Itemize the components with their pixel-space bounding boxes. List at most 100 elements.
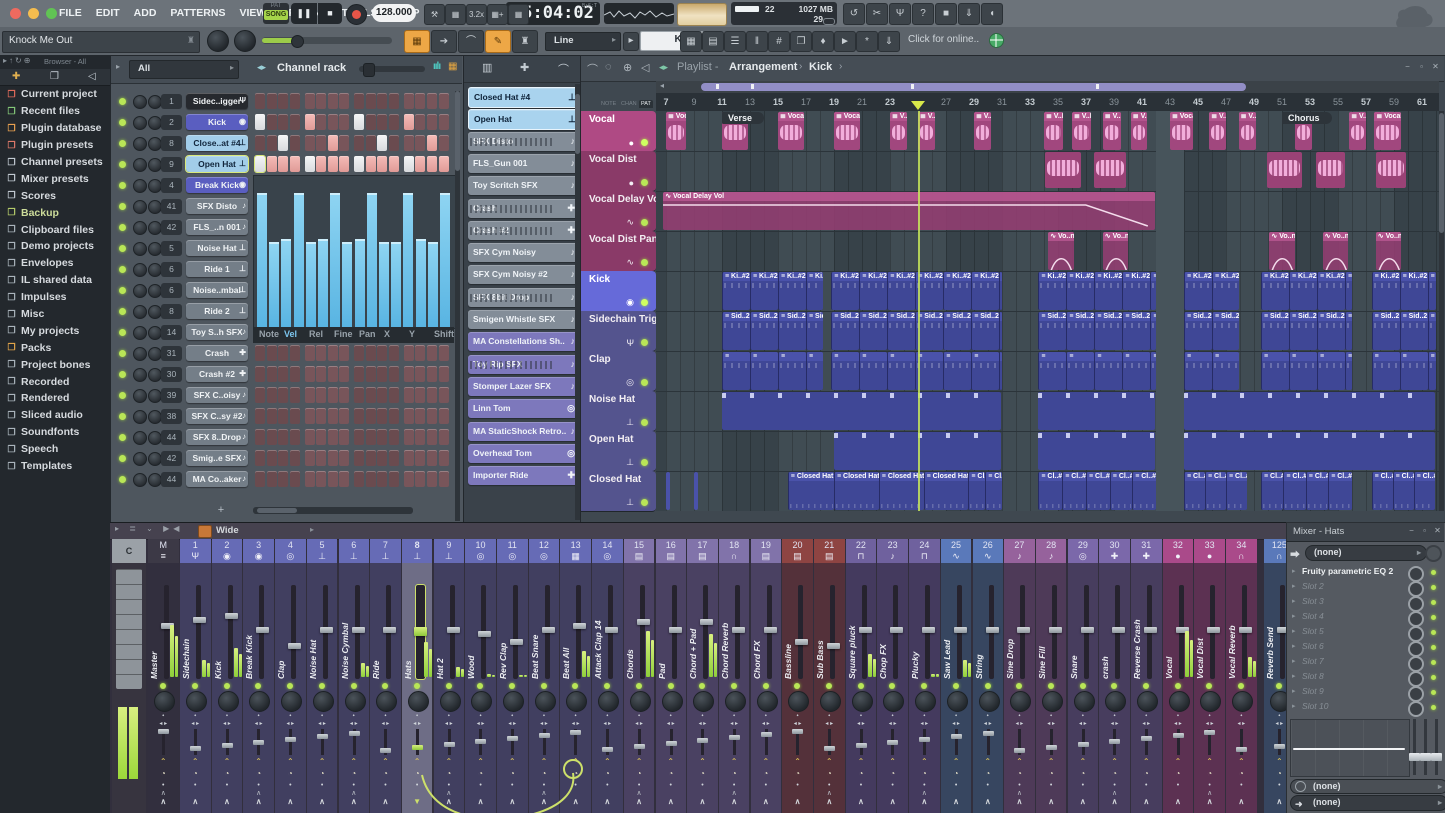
pan-knob[interactable] <box>693 691 715 712</box>
track-led[interactable] <box>762 683 769 689</box>
master-volume-knob[interactable] <box>207 30 229 52</box>
clock-icon[interactable]: ◔ <box>846 769 877 778</box>
route-arrow-icon[interactable]: ∧ <box>148 797 179 806</box>
clock-icon[interactable]: ◔ <box>275 769 306 778</box>
clip[interactable]: ≣ V..l <box>1130 112 1147 150</box>
mixer-track-snare[interactable]: 29 ◎ Snare ⬩ ◂ ▸ ⌃ ◔ • ∧ <box>1067 539 1099 813</box>
send-slider[interactable] <box>824 729 835 755</box>
track-led[interactable] <box>857 683 864 689</box>
song-label[interactable]: SONG <box>264 10 288 20</box>
channel-button-sfx-c-sy-#2[interactable]: SFX C..sy #2 ♪ <box>186 408 248 424</box>
shuttle-handle[interactable] <box>291 35 304 48</box>
step-2[interactable] <box>266 471 277 487</box>
step-11[interactable] <box>377 408 388 424</box>
pan-arrows-icon[interactable]: ◂ ▸ <box>529 720 560 727</box>
fader-handle[interactable] <box>1112 627 1126 633</box>
send-slider[interactable] <box>1141 729 1152 755</box>
menu-item-patterns[interactable]: PATTERNS <box>163 0 232 27</box>
copy-button[interactable]: ❐ <box>790 31 812 52</box>
channel-pan-knob[interactable] <box>133 200 147 214</box>
mute-arrow-icon[interactable]: ⌃ <box>877 757 908 766</box>
browser-item-sliced-audio[interactable]: ❐ Sliced audio <box>0 407 110 424</box>
stereo-sep-icon[interactable]: ⬩ <box>560 713 591 720</box>
picker-item-open-hat[interactable]: Open Hat ⊥ <box>468 109 581 131</box>
channel-pan-knob[interactable] <box>133 389 147 403</box>
track-mute-led[interactable] <box>641 179 648 186</box>
channel-volume-knob[interactable] <box>148 347 162 361</box>
pan-knob[interactable] <box>566 691 588 712</box>
stereo-sep-icon[interactable]: ⬩ <box>529 713 560 720</box>
clock-icon[interactable]: ◔ <box>529 769 560 778</box>
track-led[interactable] <box>540 683 547 689</box>
fx-slot-led[interactable] <box>1431 645 1436 650</box>
clip[interactable]: ≣ Vocal <box>666 112 686 150</box>
step-10[interactable] <box>365 429 376 445</box>
step-16[interactable] <box>438 471 449 487</box>
route-arrow-icon[interactable]: ∧ <box>687 797 718 806</box>
clip[interactable]: ≡ <box>722 352 750 390</box>
playlist-button[interactable]: ▦ <box>680 31 702 52</box>
route-arrow-icon[interactable]: ∧ <box>465 797 496 806</box>
clip[interactable]: ≡ Cl..#2 <box>968 472 986 510</box>
step-16[interactable] <box>438 345 449 361</box>
fader-handle[interactable] <box>288 643 302 649</box>
touch-button[interactable]: * <box>856 31 878 52</box>
mixer-button[interactable]: ‖ <box>746 31 768 52</box>
stereo-sep-icon[interactable]: ⬩ <box>719 713 750 720</box>
channel-mute-led[interactable] <box>119 434 126 441</box>
step-6[interactable] <box>316 135 327 151</box>
mixer-track-string[interactable]: 26 ∿ String ⬩ ◂ ▸ ⌃ ◔ • ∧ <box>972 539 1003 813</box>
browser-item-packs[interactable]: ❐ Packs <box>0 339 110 356</box>
picker-item-sfx-8bit-drop[interactable]: SFX 8bit Drop♪ <box>468 287 579 307</box>
channel-mute-led[interactable] <box>119 350 126 357</box>
step-3[interactable] <box>278 387 289 403</box>
mic-icon[interactable]: Ψ <box>889 3 911 25</box>
playlist-maximize-button[interactable]: ▫ <box>1415 62 1428 71</box>
step-10[interactable] <box>365 471 376 487</box>
eq-fader-3[interactable] <box>1435 719 1438 775</box>
step-6[interactable] <box>316 366 327 382</box>
step-5[interactable] <box>304 366 315 382</box>
channel-button-break-kick[interactable]: Break Kick ◉ <box>186 177 248 193</box>
pan-arrows-icon[interactable]: ◂ ▸ <box>1068 720 1099 727</box>
route-arrow-icon[interactable]: ∧ <box>529 797 560 806</box>
playlist-track-clap[interactable]: Clap ◎ <box>581 351 656 392</box>
mixer-track-saw-lead[interactable]: 25 ∿ Saw Lead ⬩ ◂ ▸ ⌃ ◔ • ∧ <box>940 539 972 813</box>
mixer-track-hats[interactable]: 8 ⊥ Hats ⬩ ◂ ▸ ⌃ ◔ • ▼ <box>401 539 433 813</box>
clip[interactable]: ≡ <box>1345 352 1352 390</box>
clip[interactable]: ≡ Ki..#2 <box>1038 272 1067 310</box>
step-13[interactable] <box>403 429 414 445</box>
fx-slot-led[interactable] <box>1431 690 1436 695</box>
clock-icon[interactable]: ◔ <box>497 769 528 778</box>
route-arrow-icon-2[interactable]: ∧ <box>243 789 274 797</box>
browser-item-current-project[interactable]: ❐ Current project <box>0 86 110 103</box>
step-11[interactable] <box>377 450 388 466</box>
fx-slot-7[interactable]: ▸ Slot 7 <box>1290 655 1442 672</box>
clock-icon[interactable]: ◔ <box>212 769 243 778</box>
mixer-track-plucky[interactable]: 24 ⊓ Plucky ⬩ ◂ ▸ ⌃ ◔ • ∧ ∧ <box>909 539 940 813</box>
step-14[interactable] <box>415 345 426 361</box>
pan-arrows-icon[interactable]: ◂ ▸ <box>1163 720 1194 727</box>
pan-arrows-icon[interactable]: ◂ ▸ <box>148 720 179 727</box>
send-slider-handle[interactable] <box>221 743 233 748</box>
mixer-track-sub-bass[interactable]: 21 ▤ Sub Bass ⬩ ◂ ▸ ⌃ ◔ • ∧ ∧ <box>814 539 845 813</box>
send-slider-handle[interactable] <box>1141 736 1152 741</box>
mixer-track-sine-fill[interactable]: 28 ♪ Sine Fill ⬩ ◂ ▸ ⌃ ◔ • ∧ <box>1035 539 1067 813</box>
channel-mute-led[interactable] <box>119 266 126 273</box>
channel-mute-led[interactable] <box>119 329 126 336</box>
channel-button-close-at-#4[interactable]: Close..at #4 ⊥ <box>186 135 248 151</box>
channel-button-toy-s-h-sfx[interactable]: Toy S..h SFX ♪ <box>186 324 248 340</box>
playlist-track-closed-hat[interactable]: Closed Hat ⊥ <box>581 471 656 512</box>
clip[interactable]: ≡ <box>1289 352 1317 390</box>
step-3[interactable] <box>278 156 289 172</box>
channel-button-kick[interactable]: Kick ◉ <box>186 114 248 130</box>
mixer-track-vocal-dist[interactable]: 33 ● Vocal Dist ⬩ ◂ ▸ ⌃ ◔ • ∧ ∧ <box>1194 539 1225 813</box>
fx-minimize-button[interactable]: − <box>1405 526 1418 535</box>
pattern-prev-button[interactable]: ▸ <box>623 32 639 51</box>
step-2[interactable] <box>266 366 277 382</box>
save-icon[interactable]: ■ <box>935 3 957 25</box>
track-mute-led[interactable] <box>641 219 648 226</box>
eq-fader-2[interactable] <box>1424 719 1427 775</box>
channel-mixer-track-number[interactable]: 31 <box>161 345 182 361</box>
mixer-track-ride[interactable]: 7 ⊥ Ride ⬩ ◂ ▸ ⌃ ◔ • ∧ <box>370 539 401 813</box>
